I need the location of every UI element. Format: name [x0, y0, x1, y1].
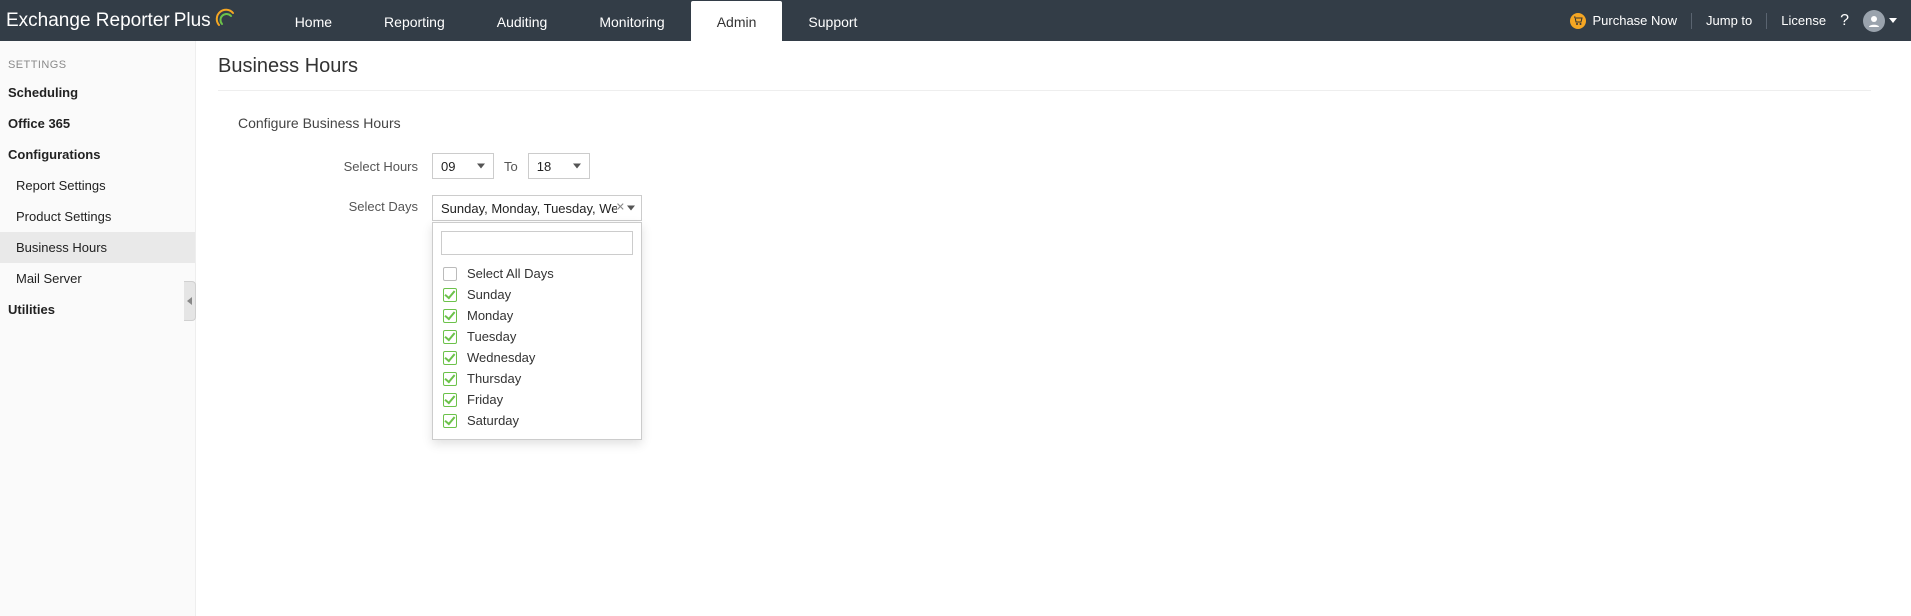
checkbox-icon[interactable] — [443, 267, 457, 281]
days-search-input[interactable] — [441, 231, 633, 255]
nav-reporting[interactable]: Reporting — [358, 1, 471, 42]
day-item[interactable]: Wednesday — [441, 347, 633, 368]
days-dropdown-panel: Select All Days Sunday Monday Tuesday Wedne… — [432, 222, 642, 440]
day-item[interactable]: Tuesday — [441, 326, 633, 347]
chevron-down-icon — [477, 164, 485, 169]
chevron-down-icon — [627, 206, 635, 211]
content: Business Hours Configure Business Hours … — [196, 41, 1911, 616]
nav-home[interactable]: Home — [269, 1, 358, 42]
days-multiselect-value: Sunday, Monday, Tuesday, Wednesday, Thur… — [441, 201, 617, 216]
hour-to-select[interactable]: 18 — [528, 153, 590, 179]
chevron-down-icon — [1889, 18, 1897, 23]
checkbox-icon[interactable] — [443, 372, 457, 386]
checkbox-icon[interactable] — [443, 288, 457, 302]
day-item[interactable]: Friday — [441, 389, 633, 410]
brand-name-b: Plus — [174, 10, 211, 32]
select-all-label: Select All Days — [467, 266, 554, 281]
header-right: Purchase Now Jump to License ? — [1570, 0, 1911, 41]
user-menu[interactable] — [1863, 10, 1897, 32]
days-multiselect[interactable]: Sunday, Monday, Tuesday, Wednesday, Thur… — [432, 195, 642, 221]
hour-to-value: 18 — [537, 159, 551, 174]
day-label: Friday — [467, 392, 503, 407]
nav-auditing[interactable]: Auditing — [471, 1, 574, 42]
sidebar: SETTINGS Scheduling Office 365 Configura… — [0, 41, 196, 616]
day-label: Tuesday — [467, 329, 516, 344]
section-title: Configure Business Hours — [238, 115, 1911, 131]
to-label: To — [504, 159, 518, 174]
jump-to-link[interactable]: Jump to — [1706, 13, 1752, 28]
select-hours-label: Select Hours — [278, 159, 418, 174]
chevron-left-icon — [187, 297, 192, 305]
app-header: Exchange Reporter Plus Home Reporting Au… — [0, 0, 1911, 41]
sidebar-collapse-handle[interactable] — [184, 281, 196, 321]
sidebar-item-mail-server[interactable]: Mail Server — [0, 263, 195, 294]
primary-nav: Home Reporting Auditing Monitoring Admin… — [269, 0, 884, 41]
sidebar-item-scheduling[interactable]: Scheduling — [0, 77, 195, 108]
day-label: Thursday — [467, 371, 521, 386]
day-label: Wednesday — [467, 350, 535, 365]
avatar-icon — [1863, 10, 1885, 32]
sidebar-item-office365[interactable]: Office 365 — [0, 108, 195, 139]
checkbox-icon[interactable] — [443, 309, 457, 323]
purchase-now-link[interactable]: Purchase Now — [1570, 13, 1677, 29]
brand-logo: Exchange Reporter Plus — [0, 0, 251, 41]
purchase-now-label: Purchase Now — [1592, 13, 1677, 28]
day-label: Saturday — [467, 413, 519, 428]
checkbox-icon[interactable] — [443, 330, 457, 344]
logo-swirl-icon — [215, 7, 237, 35]
nav-support[interactable]: Support — [782, 1, 883, 42]
header-separator — [1766, 13, 1767, 29]
day-label: Monday — [467, 308, 513, 323]
hour-from-select[interactable]: 09 — [432, 153, 494, 179]
brand-name-a: Exchange Reporter — [6, 10, 170, 32]
sidebar-item-configurations[interactable]: Configurations — [0, 139, 195, 170]
nav-admin[interactable]: Admin — [691, 1, 783, 42]
day-item[interactable]: Monday — [441, 305, 633, 326]
page-title: Business Hours — [218, 55, 1871, 91]
day-label: Sunday — [467, 287, 511, 302]
sidebar-heading: SETTINGS — [0, 47, 195, 77]
license-link[interactable]: License — [1781, 13, 1826, 28]
days-list: Select All Days Sunday Monday Tuesday Wedne… — [441, 263, 633, 431]
day-item[interactable]: Thursday — [441, 368, 633, 389]
sidebar-item-business-hours[interactable]: Business Hours — [0, 232, 195, 263]
sidebar-item-product-settings[interactable]: Product Settings — [0, 201, 195, 232]
day-item[interactable]: Sunday — [441, 284, 633, 305]
checkbox-icon[interactable] — [443, 351, 457, 365]
nav-monitoring[interactable]: Monitoring — [573, 1, 690, 42]
sidebar-item-report-settings[interactable]: Report Settings — [0, 170, 195, 201]
day-item-select-all[interactable]: Select All Days — [441, 263, 633, 284]
header-separator — [1691, 13, 1692, 29]
clear-selection-icon[interactable]: ✕ — [616, 203, 625, 214]
select-days-label: Select Days — [278, 199, 418, 214]
chevron-down-icon — [573, 164, 581, 169]
day-item[interactable]: Saturday — [441, 410, 633, 431]
cart-icon — [1570, 13, 1586, 29]
checkbox-icon[interactable] — [443, 414, 457, 428]
hour-from-value: 09 — [441, 159, 455, 174]
sidebar-item-utilities[interactable]: Utilities — [0, 294, 195, 325]
help-icon[interactable]: ? — [1840, 12, 1849, 30]
checkbox-icon[interactable] — [443, 393, 457, 407]
